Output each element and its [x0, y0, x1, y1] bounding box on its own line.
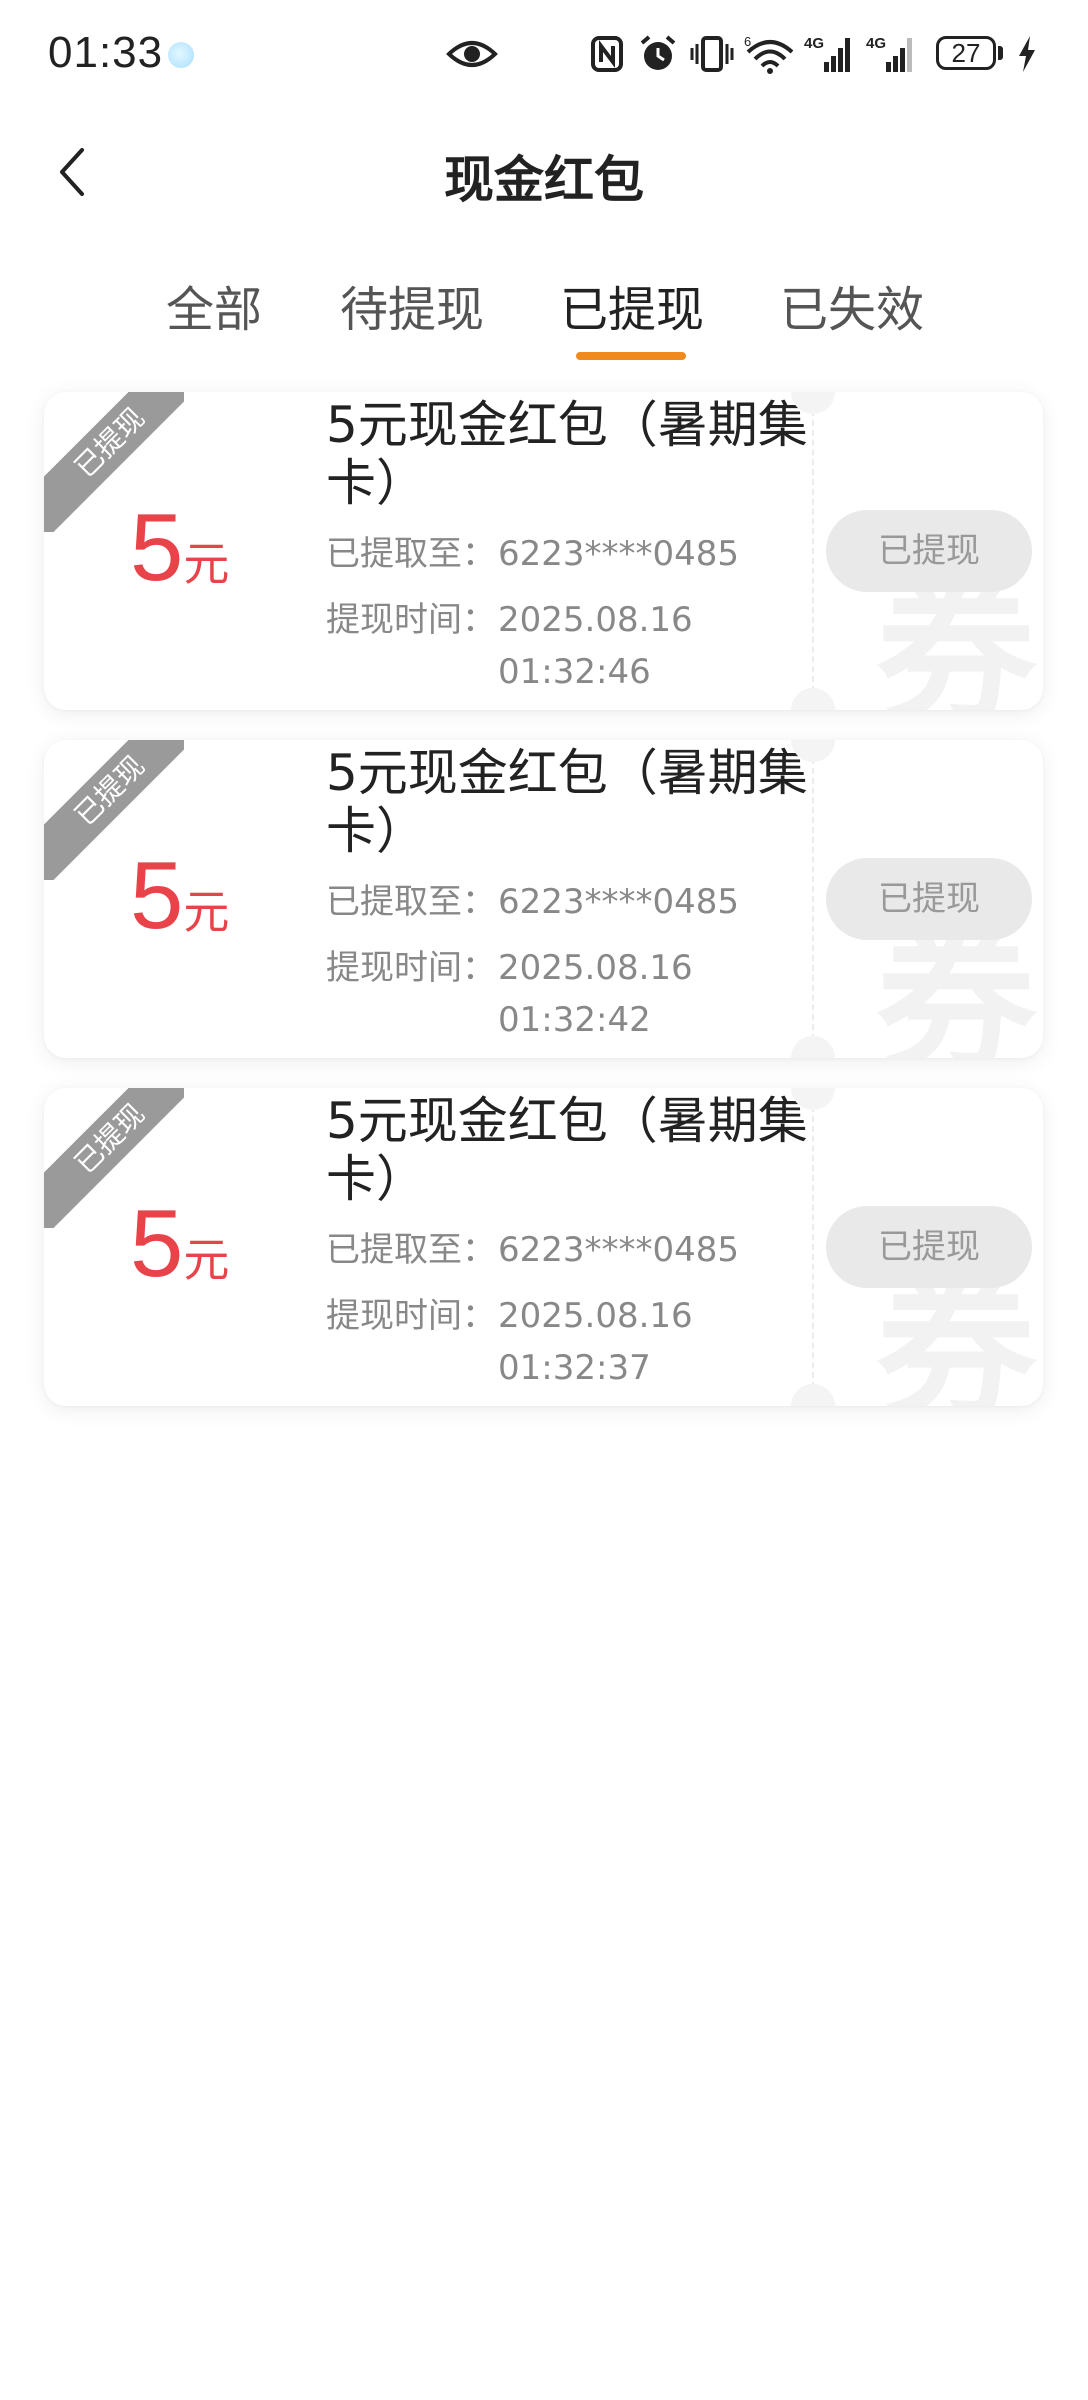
withdraw-account-row: 已提取至：6223****0485	[326, 528, 739, 580]
withdraw-account-label: 已提取至：	[326, 1230, 496, 1270]
withdraw-time-label: 提现时间：	[326, 600, 496, 640]
battery-tip	[998, 46, 1003, 60]
withdrawn-button[interactable]: 已提现	[826, 1206, 1032, 1288]
amount-value: 5	[130, 842, 184, 949]
amount: 5元	[130, 1194, 229, 1294]
coupon-watermark: 券	[876, 1254, 1037, 1407]
charging-icon	[1019, 36, 1035, 72]
withdraw-account-value: 6223****0485	[498, 882, 740, 922]
tab-all[interactable]: 全部	[166, 270, 262, 340]
withdraw-time-value: 2025.08.16 01:32:42	[498, 948, 693, 1040]
red-packet-card[interactable]: 券 已提现 5元 5元现金红包（暑期集卡） 已提取至：6223****0485 …	[44, 1088, 1043, 1406]
withdraw-account-value: 6223****0485	[498, 1230, 740, 1270]
card-title: 5元现金红包（暑期集卡）	[326, 1092, 808, 1208]
withdraw-account-value: 6223****0485	[498, 534, 740, 574]
amount: 5元	[130, 498, 229, 598]
network-label-1: 4G	[804, 35, 824, 52]
ticket-notch	[791, 1384, 835, 1406]
eye-icon	[446, 41, 498, 67]
battery-indicator: 27	[936, 36, 996, 70]
wifi-icon: 6	[744, 34, 794, 74]
notification-dot-icon	[168, 42, 194, 68]
status-bar: 01:33 6 4G 4G 27	[0, 0, 1088, 112]
tab-active-indicator	[576, 352, 686, 360]
ticket-notch	[791, 688, 835, 710]
red-packet-card[interactable]: 券 已提现 5元 5元现金红包（暑期集卡） 已提取至：6223****0485 …	[44, 740, 1043, 1058]
signal-4g-icon: 4G	[804, 35, 850, 72]
alarm-icon	[640, 35, 676, 70]
withdraw-time-label: 提现时间：	[326, 948, 496, 988]
coupon-watermark: 券	[876, 906, 1037, 1059]
tab-expired[interactable]: 已失效	[780, 270, 924, 340]
withdraw-account-label: 已提取至：	[326, 534, 496, 574]
withdrawn-button[interactable]: 已提现	[826, 858, 1032, 940]
card-title: 5元现金红包（暑期集卡）	[326, 396, 808, 512]
ticket-notch	[791, 1036, 835, 1058]
header: 现金红包	[0, 112, 1088, 232]
withdrawn-button[interactable]: 已提现	[826, 510, 1032, 592]
tab-bar: 全部 待提现 已提现 已失效	[0, 260, 1088, 370]
ticket-divider	[812, 410, 814, 692]
withdraw-time-value: 2025.08.16 01:32:37	[498, 1296, 693, 1388]
tab-pending[interactable]: 待提现	[340, 270, 484, 340]
amount-value: 5	[130, 494, 184, 601]
coupon-watermark: 券	[876, 558, 1037, 711]
withdraw-account-row: 已提取至：6223****0485	[326, 876, 739, 928]
nfc-icon	[591, 36, 623, 72]
amount-unit: 元	[183, 1233, 230, 1287]
withdraw-time-label: 提现时间：	[326, 1296, 496, 1336]
amount: 5元	[130, 846, 229, 946]
vibrate-icon	[690, 36, 734, 72]
wifi-label: 6	[744, 34, 751, 49]
amount-unit: 元	[183, 537, 230, 591]
tab-withdrawn[interactable]: 已提现	[560, 270, 704, 340]
withdraw-account-row: 已提取至：6223****0485	[326, 1224, 739, 1276]
withdraw-time-value: 2025.08.16 01:32:46	[498, 600, 693, 692]
status-time: 01:33	[48, 28, 164, 77]
amount-value: 5	[130, 1190, 184, 1297]
signal-4g-icon: 4G	[866, 35, 912, 72]
card-title: 5元现金红包（暑期集卡）	[326, 744, 808, 860]
page-title: 现金红包	[444, 151, 644, 209]
withdraw-account-label: 已提取至：	[326, 882, 496, 922]
ticket-divider	[812, 1106, 814, 1388]
ticket-divider	[812, 758, 814, 1040]
amount-unit: 元	[183, 885, 230, 939]
network-label-2: 4G	[866, 35, 886, 52]
red-packet-card[interactable]: 券 已提现 5元 5元现金红包（暑期集卡） 已提取至：6223****0485 …	[44, 392, 1043, 710]
